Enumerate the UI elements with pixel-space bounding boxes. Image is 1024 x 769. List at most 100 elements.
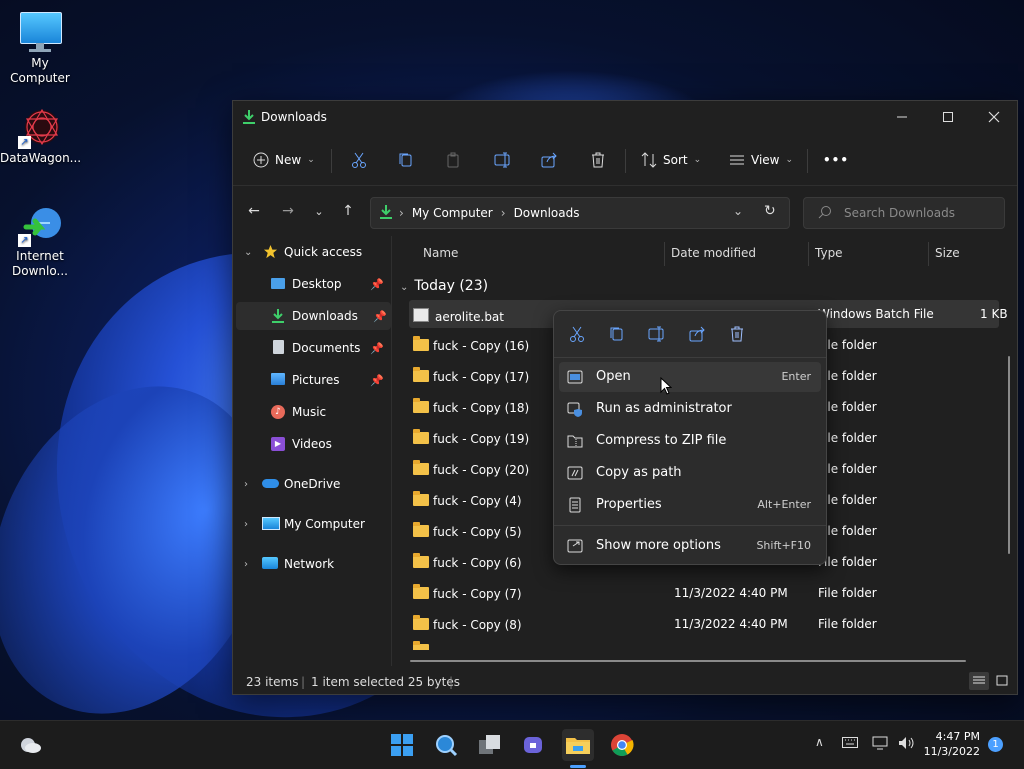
cut-button[interactable] <box>351 143 367 177</box>
teams-chat-button[interactable] <box>518 729 550 761</box>
menu-item-properties[interactable]: Properties Alt+Enter <box>559 490 821 520</box>
column-header-date[interactable]: Date modified <box>671 236 756 270</box>
sidebar-item-downloads[interactable]: Downloads 📌 <box>236 302 391 330</box>
column-header-type[interactable]: Type <box>815 236 843 270</box>
music-icon: ♪ <box>271 405 285 419</box>
back-arrow-icon[interactable]: ← <box>242 199 266 223</box>
sidebar-item-music[interactable]: ♪ Music <box>233 398 388 426</box>
maximize-button[interactable] <box>925 101 971 133</box>
details-view-icon[interactable] <box>969 672 989 690</box>
folder-icon <box>413 522 429 537</box>
menu-item-copy-path[interactable]: Copy as path <box>559 458 821 488</box>
sidebar-item-onedrive[interactable]: › OneDrive <box>233 470 388 498</box>
forward-arrow-icon[interactable]: → <box>276 199 300 223</box>
star-icon <box>263 244 278 262</box>
file-type: File folder <box>818 586 877 600</box>
rename-button[interactable] <box>494 143 512 177</box>
folder-row[interactable]: fuck - Copy (8) 11/3/2022 4:40 PM File f… <box>409 610 999 638</box>
desktop-folder-icon <box>271 278 285 289</box>
sidebar-item-network[interactable]: › Network <box>233 550 388 578</box>
task-view-button[interactable] <box>474 729 506 761</box>
system-clock[interactable]: 4:47 PM 11/3/2022 <box>922 729 980 759</box>
clipboard-icon <box>447 152 459 168</box>
file-name: fuck - Copy (18) <box>433 401 530 415</box>
weather-widget-icon[interactable] <box>14 729 46 761</box>
delete-action[interactable] <box>724 319 750 349</box>
more-options-button[interactable]: ••• <box>823 143 849 177</box>
copy-action[interactable] <box>604 319 630 349</box>
sort-button[interactable]: Sort ⌄ <box>641 143 701 177</box>
folder-icon <box>413 398 429 413</box>
menu-item-compress-zip[interactable]: Compress to ZIP file <box>559 426 821 456</box>
sidebar-item-videos[interactable]: ▶ Videos <box>233 430 388 458</box>
copy-button[interactable] <box>398 143 414 177</box>
selection-info: 1 item selected 25 bytes <box>311 675 460 689</box>
start-button[interactable] <box>386 729 418 761</box>
paste-button[interactable] <box>445 143 461 177</box>
search-button[interactable] <box>430 729 462 761</box>
address-bar[interactable]: › My Computer › Downloads ⌄ ↻ <box>370 197 790 229</box>
column-divider <box>664 242 665 266</box>
refresh-icon[interactable]: ↻ <box>764 203 776 219</box>
cut-action[interactable] <box>564 319 590 349</box>
sidebar-item-desktop[interactable]: Desktop 📌 <box>233 270 388 298</box>
close-button[interactable] <box>971 101 1017 133</box>
menu-item-run-as-admin[interactable]: Run as administrator <box>559 394 821 424</box>
folder-icon <box>566 738 590 754</box>
network-status-icon[interactable] <box>872 736 890 753</box>
volume-icon[interactable] <box>898 736 916 753</box>
search-box[interactable]: Search Downloads <box>803 197 1005 229</box>
sidebar-item-my-computer[interactable]: › My Computer <box>233 510 388 538</box>
folder-row[interactable]: fuck - Copy (7) 11/3/2022 4:40 PM File f… <box>409 579 999 607</box>
desktop-icon-internet-download[interactable]: ↗ Internet Downlo... <box>0 203 80 279</box>
large-icons-view-icon[interactable] <box>993 672 1011 690</box>
title-bar[interactable]: Downloads <box>233 101 1017 133</box>
vertical-scrollbar[interactable] <box>1008 356 1010 554</box>
recent-locations-chevron-icon[interactable]: ⌄ <box>307 199 331 223</box>
sidebar-item-documents[interactable]: Documents 📌 <box>233 334 388 362</box>
sidebar-item-label: Quick access <box>284 245 363 259</box>
pictures-icon <box>271 373 285 385</box>
folder-icon <box>413 615 429 630</box>
share-button[interactable] <box>541 143 557 177</box>
column-header-size[interactable]: Size <box>935 236 960 270</box>
breadcrumb-item[interactable]: Downloads <box>514 206 580 220</box>
minimize-button[interactable] <box>879 101 925 133</box>
menu-item-open[interactable]: Open Enter <box>559 362 821 392</box>
file-explorer-taskbar-button[interactable] <box>562 729 594 761</box>
horizontal-scrollbar[interactable] <box>410 660 966 662</box>
address-dropdown-chevron-icon[interactable]: ⌄ <box>733 204 743 218</box>
show-hidden-icons-chevron-icon[interactable]: ∧ <box>815 735 824 749</box>
sidebar-item-pictures[interactable]: Pictures 📌 <box>233 366 388 394</box>
chrome-taskbar-button[interactable] <box>606 729 638 761</box>
column-header-name[interactable]: Name <box>423 236 458 270</box>
delete-button[interactable] <box>590 143 606 177</box>
file-name: fuck - Copy (19) <box>433 432 530 446</box>
window-title: Downloads <box>261 110 327 124</box>
file-name: aerolite.bat <box>413 307 504 324</box>
sidebar-item-label: Music <box>292 405 327 419</box>
group-header[interactable]: ⌄ Today (23) <box>400 274 488 298</box>
chevron-right-icon: › <box>244 478 248 490</box>
navigation-pane: ⌄ Quick access Desktop 📌 Downloads 📌 Doc… <box>233 236 391 666</box>
folder-icon <box>413 460 429 475</box>
menu-item-show-more-options[interactable]: Show more options Shift+F10 <box>559 531 821 561</box>
view-button[interactable]: View ⌄ <box>729 143 793 177</box>
pin-icon: 📌 <box>370 373 384 387</box>
keyboard-icon[interactable] <box>842 737 858 752</box>
breadcrumb-item[interactable]: My Computer <box>412 206 493 220</box>
open-icon <box>567 369 583 385</box>
desktop-icon-my-computer[interactable]: My Computer <box>0 10 80 86</box>
notification-badge[interactable]: 1 <box>988 737 1003 752</box>
new-button[interactable]: New ⌄ <box>253 143 315 177</box>
menu-item-label: Properties <box>596 497 662 512</box>
network-icon <box>262 557 278 569</box>
up-arrow-icon[interactable]: ↑ <box>336 199 360 223</box>
path-icon <box>567 465 583 481</box>
sidebar-item-quick-access[interactable]: ⌄ Quick access <box>233 238 388 266</box>
share-action[interactable] <box>684 319 710 349</box>
rename-action[interactable] <box>644 319 670 349</box>
file-date: 11/3/2022 4:40 PM <box>674 586 788 600</box>
desktop-icon-datawagon[interactable]: ↗ DataWagon... <box>0 105 81 166</box>
search-placeholder: Search Downloads <box>844 206 955 220</box>
